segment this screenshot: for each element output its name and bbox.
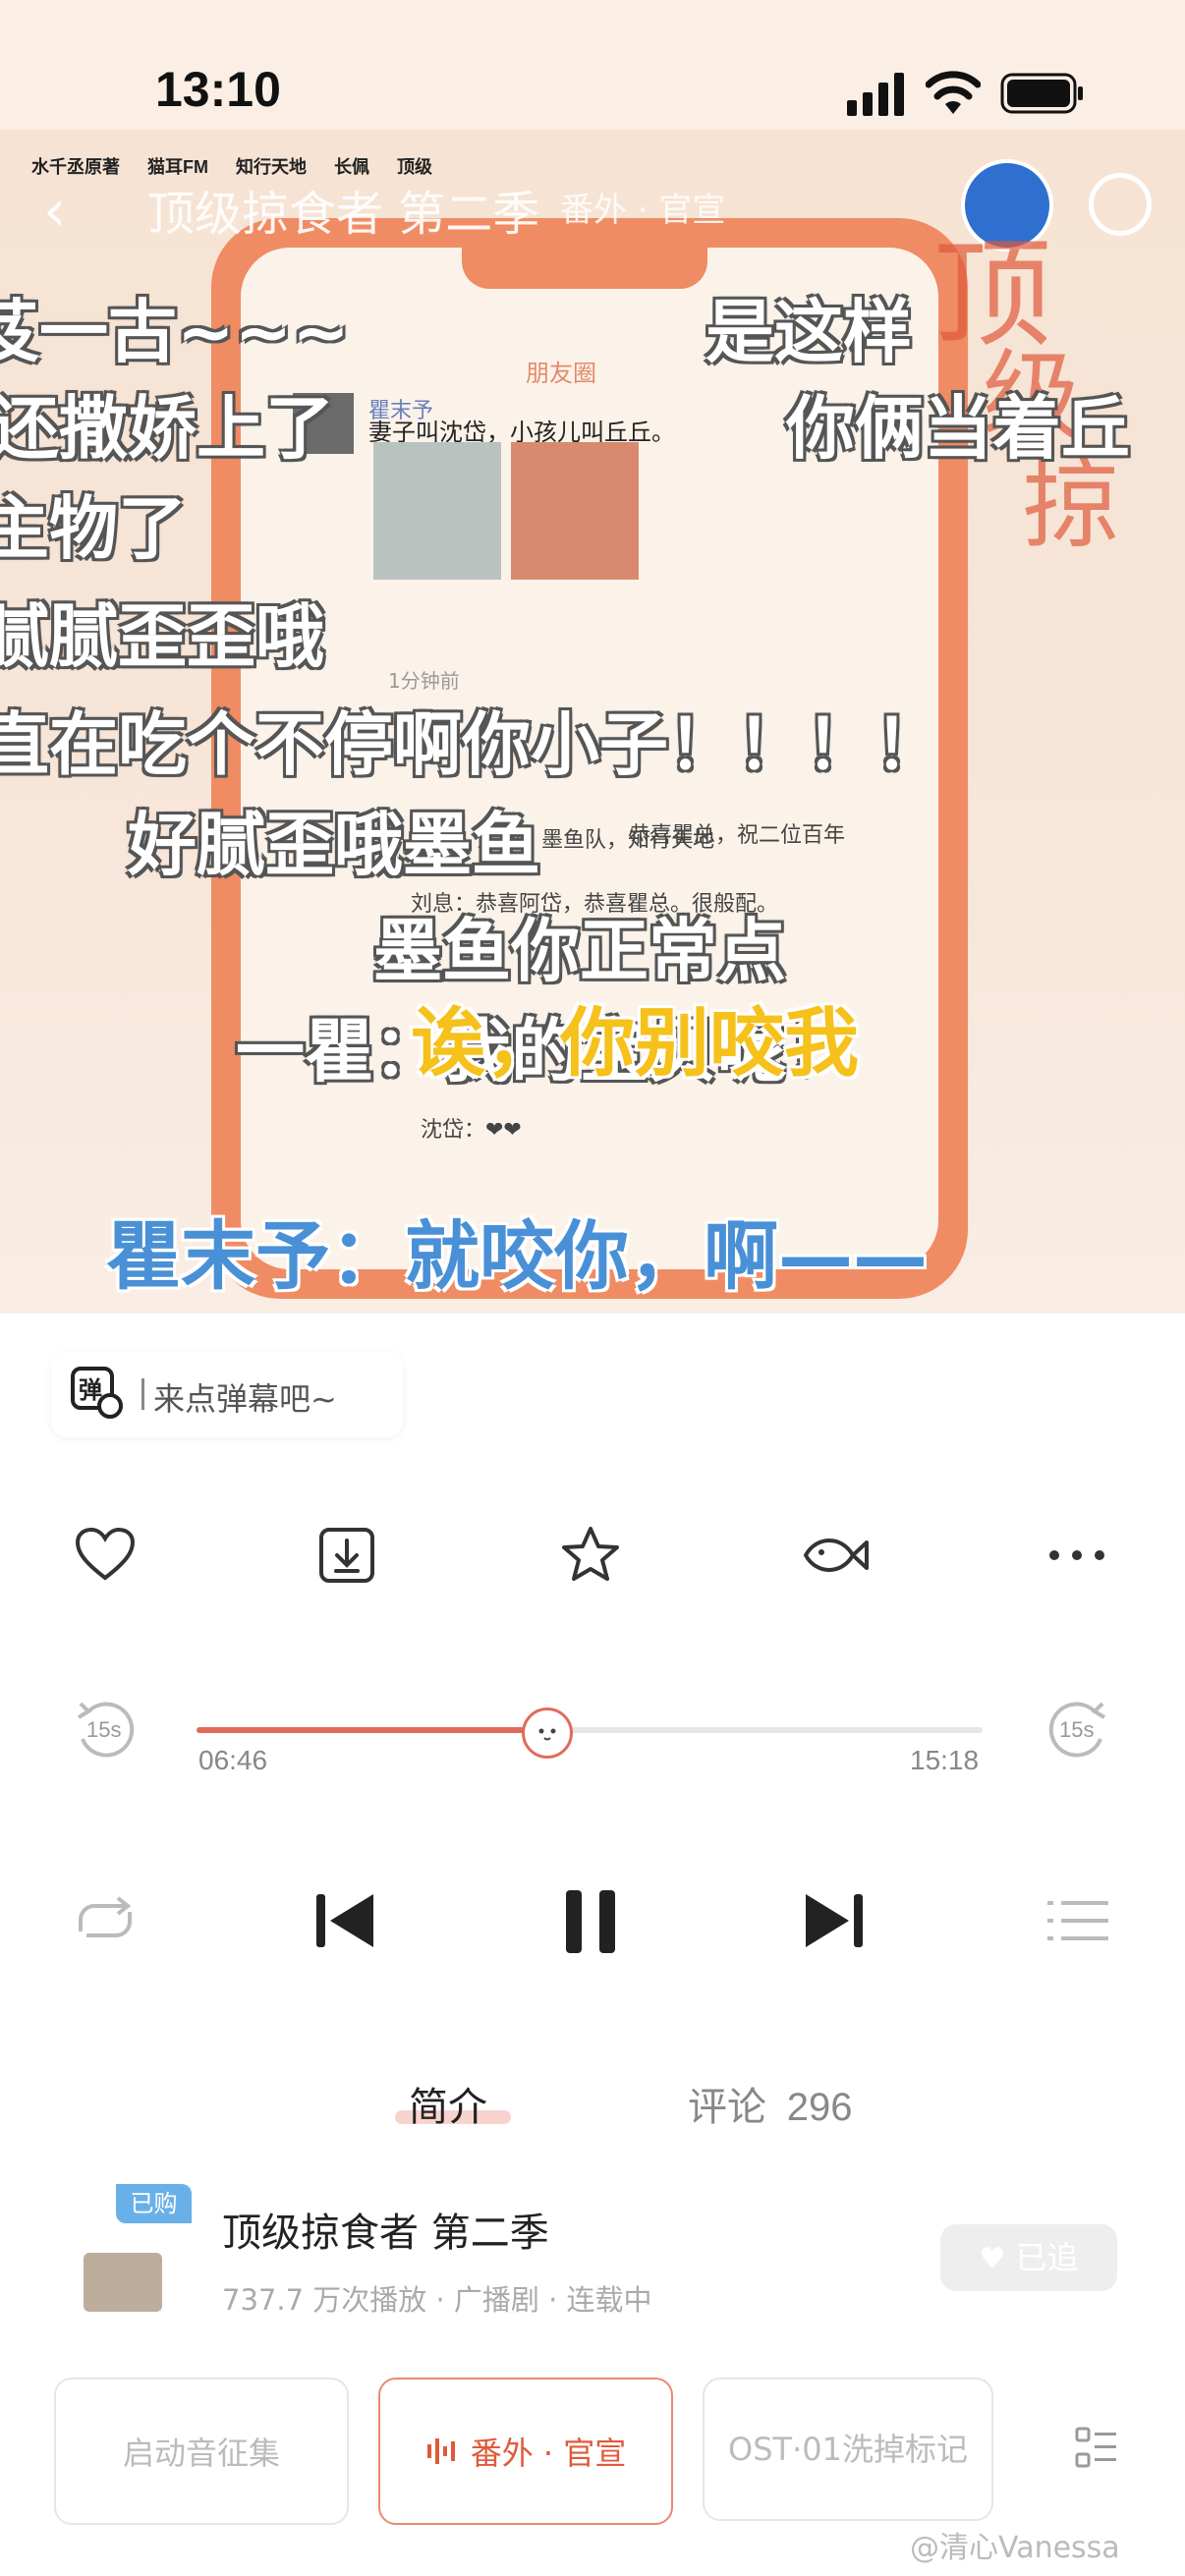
danmaku-input[interactable]: 弹 来点弹幕吧~ — [51, 1351, 403, 1437]
follow-button[interactable]: ♥ 已追 — [940, 2224, 1117, 2291]
moments-comment: 恭喜瞿总，祝二位百年 — [629, 823, 846, 848]
program-meta: 737.7 万次播放 · 广播剧 · 连载中 — [222, 2283, 652, 2317]
episode-item[interactable]: OST·01洗掉标记 — [703, 2378, 993, 2521]
star-icon[interactable] — [560, 1525, 621, 1584]
danmaku-settings-icon[interactable]: 弹 — [69, 1365, 124, 1420]
danmaku-text: 你俩当着丘 — [786, 388, 1130, 469]
danmaku-text: 直在吃个不停啊你小子！！！！ — [0, 704, 943, 785]
progress-thumb[interactable] — [522, 1708, 574, 1759]
more-icon[interactable] — [1047, 1548, 1106, 1562]
moments-photo — [373, 442, 501, 580]
next-track-icon[interactable] — [802, 1890, 867, 1951]
timer-icon[interactable] — [1089, 173, 1152, 236]
danmaku-text: 好腻歪哦墨鱼 — [128, 805, 540, 885]
skip-back-15s-button[interactable]: 15s — [73, 1700, 138, 1759]
danmaku-text: 腻腻歪歪哦 — [0, 596, 324, 677]
repeat-icon[interactable] — [75, 1892, 136, 1947]
wifi-icon — [926, 71, 981, 114]
danmaku-text: 主物了 — [0, 488, 187, 569]
comment-count: 296 — [786, 2086, 853, 2129]
tab-intro[interactable]: 简介 — [409, 2075, 487, 2132]
skip-forward-15s-button[interactable]: 15s — [1045, 1700, 1110, 1759]
status-time: 13:10 — [155, 62, 281, 117]
current-time: 06:46 — [198, 1745, 268, 1775]
purchased-badge: 已购 — [116, 2184, 192, 2223]
cover-subtitle: 番外 · 官宣 — [560, 191, 726, 230]
playlist-icon[interactable] — [1045, 1898, 1110, 1943]
danmaku-text: 芨一古~~~ — [0, 292, 350, 372]
download-icon[interactable] — [318, 1527, 375, 1584]
program-title[interactable]: 顶级掠食者 第二季 — [222, 2201, 549, 2258]
cover-art[interactable]: 朋友圈 瞿末予 妻子叫沈岱，小孩儿叫丘丘。 1分钟前 沈岱，墨鱼队，知行天地 恭… — [0, 130, 1185, 1314]
pause-icon[interactable] — [560, 1886, 621, 1957]
status-bar: 13:10 — [0, 0, 1185, 130]
cover-title: 顶级掠食者 第二季 — [147, 187, 540, 242]
moments-comment: 沈岱：❤❤ — [421, 1118, 522, 1143]
watermark: @清心Vanessa — [910, 2531, 1120, 2565]
danmaku-text: 还撒娇上了 — [0, 388, 334, 469]
tab-comments[interactable]: 评论 296 — [688, 2075, 852, 2132]
moments-header: 朋友圈 — [526, 360, 596, 387]
danmaku-text: 墨鱼你正常点 — [373, 911, 786, 991]
signal-icon — [847, 73, 904, 116]
episode-item-active[interactable]: 番外 · 官宣 — [378, 2378, 673, 2525]
divider — [141, 1378, 144, 1410]
previous-track-icon[interactable] — [312, 1890, 377, 1951]
heart-icon[interactable] — [75, 1527, 136, 1582]
danmaku-text: 瞿末予：就咬你，啊—— — [106, 1212, 928, 1300]
danmaku-placeholder: 来点弹幕吧~ — [153, 1380, 337, 1418]
episode-item[interactable]: 启动音征集 — [54, 2378, 349, 2525]
fish-icon[interactable] — [802, 1531, 871, 1580]
episode-list-icon[interactable] — [1075, 2427, 1118, 2470]
total-time: 15:18 — [910, 1745, 980, 1775]
danmaku-text: 是这样 — [705, 292, 912, 372]
moments-photo — [511, 442, 639, 580]
cat-face-icon — [538, 1728, 556, 1741]
phone-notch — [462, 248, 707, 289]
battery-icon — [1000, 73, 1083, 114]
danmaku-text: 诶，你别咬我 — [411, 999, 859, 1087]
progress-fill — [197, 1727, 545, 1733]
svg-text:弹: 弹 — [79, 1376, 102, 1404]
back-button[interactable]: ‹ — [43, 177, 66, 244]
heart-icon: ♥ — [979, 2242, 1006, 2276]
playing-wave-icon — [426, 2438, 455, 2464]
